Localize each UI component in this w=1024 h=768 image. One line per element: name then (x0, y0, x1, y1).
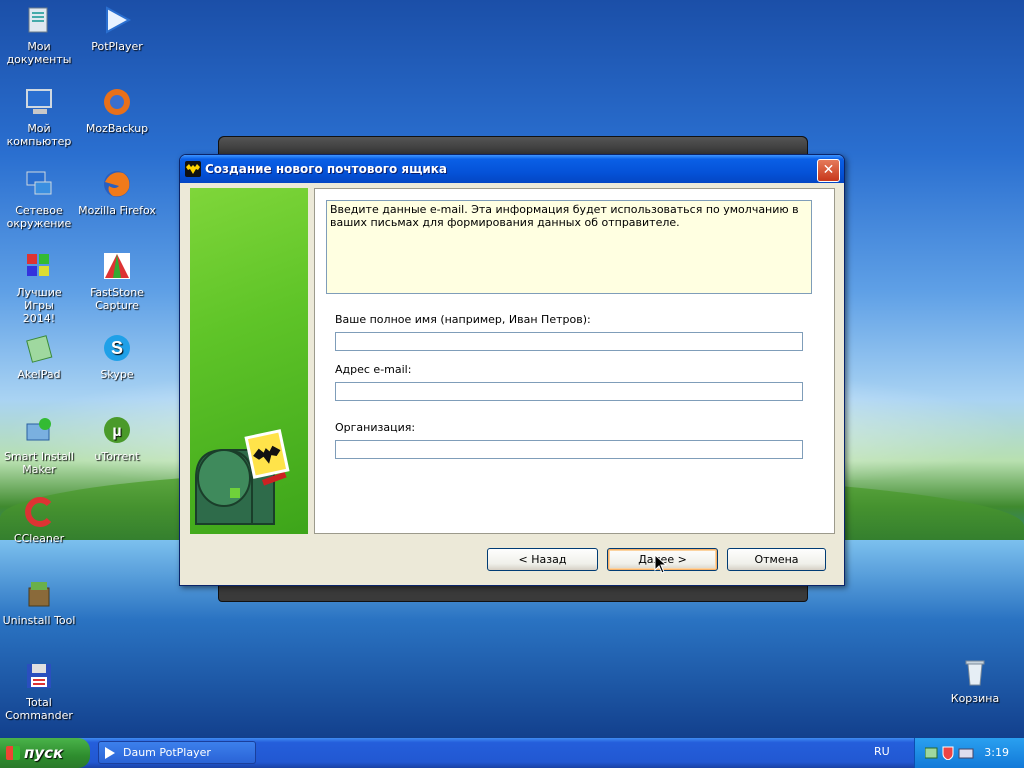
svg-text:S: S (111, 338, 123, 358)
utorrent-icon: µ (101, 414, 133, 446)
smart-install-icon (23, 414, 55, 446)
desktop-icon-label: CCleaner (13, 532, 65, 545)
cancel-button[interactable]: Отмена (727, 548, 826, 571)
desktop-icon-label: Сетевое окружение (6, 204, 72, 230)
desktop-icon-label: uTorrent (94, 450, 140, 463)
network-icon (23, 168, 55, 200)
desktop-icon-total-commander[interactable]: Total Commander (0, 660, 78, 722)
desktop-icon-label: Skype (100, 368, 134, 381)
taskbar-item-potplayer[interactable]: Daum PotPlayer (98, 741, 256, 764)
games-icon (23, 250, 55, 282)
desktop-icon-label: Корзина (950, 692, 1000, 705)
desktop-icon-uninstall-tool[interactable]: Uninstall Tool (0, 578, 78, 627)
floppy-icon (23, 660, 55, 692)
desktop-icon-recycle-bin[interactable]: Корзина (936, 656, 1014, 705)
desktop-icon-label: Smart Install Maker (4, 450, 74, 476)
fullname-label: Ваше полное имя (например, Иван Петров): (335, 313, 591, 326)
desktop-icon-network[interactable]: Сетевое окружение (0, 168, 78, 230)
desktop-icon-label: Uninstall Tool (2, 614, 76, 627)
desktop-icon-ccleaner[interactable]: CCleaner (0, 496, 78, 545)
system-tray: 3:19 (914, 738, 1024, 768)
fullname-field[interactable] (335, 332, 803, 351)
mailbox-side-image (190, 188, 308, 534)
skype-icon: S (101, 332, 133, 364)
dialog-title: Создание нового почтового ящика (205, 162, 448, 176)
back-button[interactable]: < Назад (487, 548, 598, 571)
desktop-icon-label: Мои документы (6, 40, 72, 66)
desktop-icon-skype[interactable]: S Skype (78, 332, 156, 381)
desktop-icon-label: Mozilla Firefox (78, 204, 156, 217)
svg-text:µ: µ (112, 423, 121, 440)
desktop-icon-label: Мой компьютер (6, 122, 72, 148)
start-button[interactable]: пуск (0, 738, 90, 768)
desktop-icon-label: PotPlayer (91, 40, 143, 53)
desktop-icon-potplayer[interactable]: PotPlayer (78, 4, 156, 53)
potplayer-icon (101, 4, 133, 36)
dialog-titlebar[interactable]: Создание нового почтового ящика (180, 155, 844, 183)
desktop-icon-best-games[interactable]: Лучшие Игры 2014! (0, 250, 78, 325)
desktop-icon-smart-install[interactable]: Smart Install Maker (0, 414, 78, 476)
new-mailbox-dialog: Создание нового почтового ящика ✕ Введит… (179, 154, 845, 586)
taskbar: пуск Daum PotPlayer RU 3:19 (0, 738, 1024, 768)
potplayer-icon (105, 747, 115, 759)
info-box: Введите данные e-mail. Эта информация бу… (326, 200, 812, 294)
desktop-icon-label: AkelPad (17, 368, 61, 381)
firefox-icon (101, 168, 133, 200)
email-label: Адрес e-mail: (335, 363, 412, 376)
faststone-icon (101, 250, 133, 282)
language-indicator[interactable]: RU (874, 745, 890, 758)
clock[interactable]: 3:19 (984, 746, 1009, 759)
desktop-icon-utorrent[interactable]: µ uTorrent (78, 414, 156, 463)
mouse-cursor-icon (654, 554, 668, 574)
form-panel: Введите данные e-mail. Эта информация бу… (314, 188, 835, 534)
recycle-bin-icon (959, 656, 991, 688)
akelpad-icon (23, 332, 55, 364)
desktop-icon-my-computer[interactable]: Мой компьютер (0, 86, 78, 148)
desktop-icon-my-documents[interactable]: Мои документы (0, 4, 78, 66)
desktop-icon-label: Лучшие Игры 2014! (16, 286, 62, 325)
ccleaner-icon (23, 496, 55, 528)
tray-network-icon (925, 747, 938, 759)
start-label: пуск (24, 744, 64, 762)
taskbar-item-label: Daum PotPlayer (123, 746, 211, 759)
bat-app-icon (185, 161, 201, 177)
desktop-icon-label: Total Commander (5, 696, 73, 722)
organization-label: Организация: (335, 421, 416, 434)
bat-stamp-icon (244, 429, 290, 479)
desktop-icon-label: FastStone Capture (90, 286, 144, 312)
mozbackup-icon (101, 86, 133, 118)
desktop-icon-firefox[interactable]: Mozilla Firefox (78, 168, 156, 217)
email-field[interactable] (335, 382, 803, 401)
tray-security-shield-icon (942, 746, 954, 760)
uninstall-tool-icon (23, 578, 55, 610)
windows-flag-icon (6, 746, 20, 760)
computer-icon (23, 86, 55, 118)
folder-docs-icon (23, 4, 55, 36)
close-button[interactable]: ✕ (817, 159, 840, 182)
organization-field[interactable] (335, 440, 803, 459)
desktop-icon-akelpad[interactable]: AkelPad (0, 332, 78, 381)
desktop-icon-faststone[interactable]: FastStone Capture (78, 250, 156, 312)
desktop-icon-mozbackup[interactable]: MozBackup (78, 86, 156, 135)
desktop-icon-label: MozBackup (85, 122, 149, 135)
tray-printer-icon (958, 748, 974, 759)
